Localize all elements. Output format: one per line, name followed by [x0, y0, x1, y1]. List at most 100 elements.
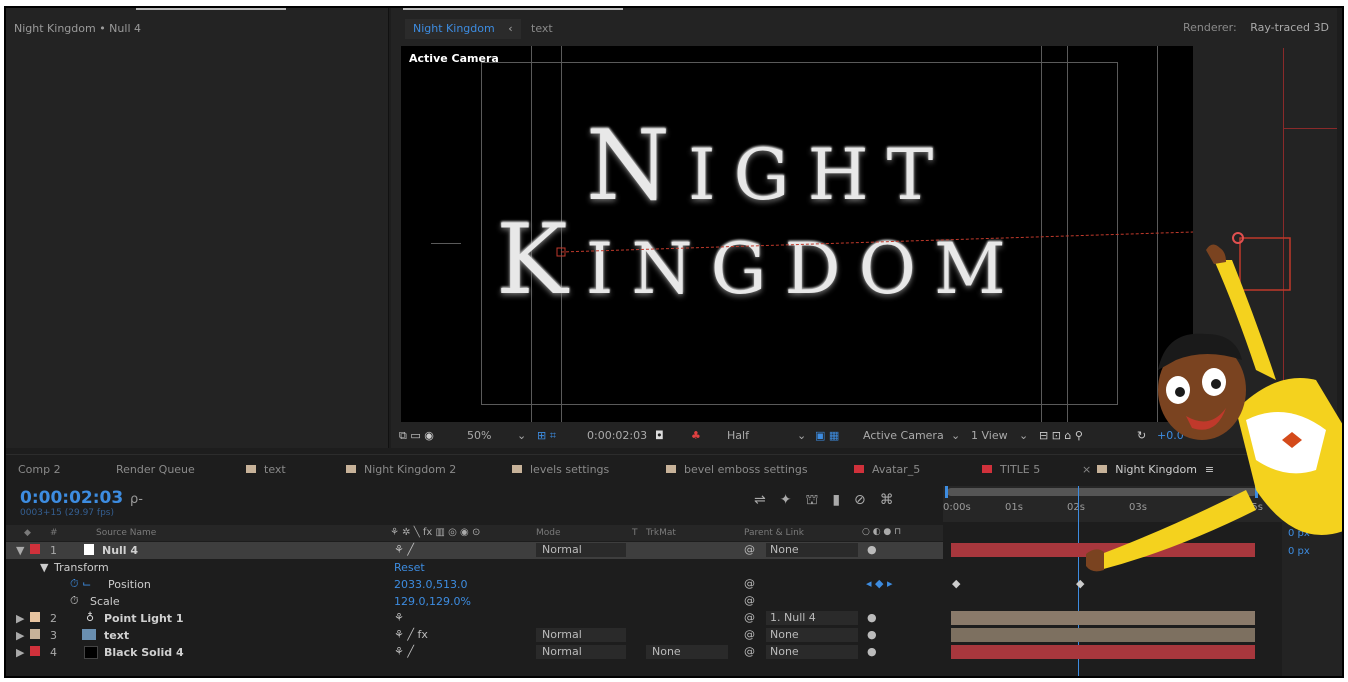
expand-arrow-icon[interactable]: ▶ [16, 629, 24, 642]
pickwhip-icon[interactable]: @ [744, 543, 755, 556]
layer-row[interactable]: ▶ 4 Black Solid 4 ⚘ ╱ Normal None @ None… [6, 644, 1255, 661]
solid-icon [84, 646, 98, 659]
pickwhip-icon[interactable]: @ [744, 611, 755, 624]
tab-title-5[interactable]: TITLE 5 [982, 463, 1040, 476]
header-parent: Parent & Link [744, 528, 804, 538]
track-matte-select[interactable]: None [646, 645, 728, 659]
region-icon[interactable]: ▣ ▦ [815, 429, 839, 442]
stopwatch-icon[interactable]: ⏱ [70, 594, 79, 608]
color-channels-icon[interactable]: ♣ [691, 429, 701, 442]
search-input[interactable]: ρ- [130, 492, 143, 507]
position-label: Position [108, 578, 151, 591]
transform-label: Transform [54, 561, 109, 574]
expand-arrow-icon[interactable]: ▶ [16, 612, 24, 625]
chevron-down-icon[interactable]: ⌄ [517, 429, 526, 442]
layer-number: 4 [50, 646, 57, 659]
layer-name[interactable]: Null 4 [102, 544, 138, 557]
layer-switches[interactable]: ⚘ [394, 611, 404, 624]
scale-property[interactable]: ⏱ Scale 129.0,129.0% @ [6, 593, 943, 610]
visibility-icon[interactable]: ● [867, 645, 877, 658]
parent-select[interactable]: None [766, 543, 858, 557]
tab-bevel-emboss-settings[interactable]: bevel emboss settings [666, 463, 808, 476]
label-color[interactable] [30, 629, 40, 639]
layer-switches[interactable]: ⚘ ╱ fx [394, 628, 428, 641]
viewer-timecode[interactable]: 0:00:02:03 [587, 429, 647, 442]
stopwatch-icon[interactable]: ⏱ ⌙ [70, 577, 91, 591]
comp-icon [82, 629, 96, 640]
tab-text[interactable]: text [246, 463, 286, 476]
layer-duration-bar[interactable] [951, 611, 1255, 625]
tab-text-viewer[interactable]: text [531, 19, 553, 39]
visibility-icon[interactable]: ● [867, 543, 877, 556]
header-t: T [632, 528, 638, 538]
layer-row[interactable]: ▶ 3 text ⚘ ╱ fx Normal @ None ● [6, 627, 1255, 644]
layer-row[interactable]: ▼ 1 Null 4 ⚘ ╱ Normal @ None ● [6, 542, 1255, 559]
visibility-icon[interactable]: ● [867, 628, 877, 641]
switches-header-icons: ⚘ ✲ ╲ fx ▥ ◎ ◉ ⊙ [390, 527, 481, 538]
keyframe-navigator[interactable]: ◂ ◆ ▸ [866, 577, 893, 590]
composition-canvas[interactable]: Active Camera NIGHT KINGDOM [401, 46, 1193, 422]
tab-levels-settings[interactable]: levels settings [512, 463, 609, 476]
tab-comp-2[interactable]: Comp 2 [18, 463, 61, 476]
parent-select[interactable]: None [766, 645, 858, 659]
layer-switches[interactable]: ⚘ ╱ [394, 543, 414, 556]
transform-group[interactable]: ▼ Transform Reset [6, 559, 943, 576]
layer-name[interactable]: Point Light 1 [104, 612, 184, 625]
parent-select[interactable]: 1. Null 4 [766, 611, 858, 625]
chevron-down-icon[interactable]: ⌄ [1019, 429, 1028, 442]
viewer-tools-icon[interactable]: ⊟ ⊡ ⌂ ⚲ [1039, 429, 1083, 442]
label-color[interactable] [30, 646, 40, 656]
tab-avatar-5[interactable]: Avatar_5 [854, 463, 920, 476]
header-num: # [50, 528, 58, 538]
snapshot-icon[interactable]: ⧉ ▭ ◉ [399, 429, 434, 443]
viewer-tab-label: Night Kingdom [413, 22, 495, 35]
pickwhip-icon[interactable]: @ [744, 645, 755, 658]
renderer-control[interactable]: Renderer: Ray-traced 3D [1183, 21, 1329, 34]
blend-mode-select[interactable]: Normal [536, 645, 626, 659]
layer-name[interactable]: Black Solid 4 [104, 646, 184, 659]
visibility-icon[interactable]: ● [867, 611, 877, 624]
layer-number: 3 [50, 629, 57, 642]
layer-switches[interactable]: ⚘ ╱ [394, 645, 414, 658]
expand-arrow-icon[interactable]: ▼ [16, 544, 24, 557]
scale-value[interactable]: 129.0,129.0% [394, 595, 471, 608]
expand-arrow-icon[interactable]: ▶ [16, 646, 24, 659]
chevron-down-icon[interactable]: ⌄ [951, 429, 960, 442]
reset-link[interactable]: Reset [394, 561, 425, 574]
layer-row[interactable]: ▶ 2 ♁ Point Light 1 ⚘ @ 1. Null 4 ● [6, 610, 1255, 627]
layer-duration-bar[interactable] [951, 645, 1255, 659]
panel-scroll-indicator [136, 8, 286, 10]
zoom-select[interactable]: 50% [467, 429, 491, 442]
keyframe-icon: ◆ [952, 577, 961, 590]
chevron-down-icon[interactable]: ⌄ [797, 429, 806, 442]
chevron-left-icon[interactable]: ‹ [508, 22, 512, 35]
pickwhip-icon[interactable]: @ [744, 628, 755, 641]
renderer-value[interactable]: Ray-traced 3D [1250, 21, 1329, 34]
blend-mode-select[interactable]: Normal [536, 543, 626, 557]
view-layout-select[interactable]: 1 View [971, 429, 1008, 442]
position-property[interactable]: ⏱ ⌙ Position 2033.0,513.0 @ ◂ ◆ ▸ ◆ ◆ [6, 576, 1084, 593]
label-icon: ◆ [24, 528, 31, 538]
parent-select[interactable]: None [766, 628, 858, 642]
resolution-select[interactable]: Half [727, 429, 749, 442]
tab-night-kingdom-viewer[interactable]: Night Kingdom ‹ [405, 19, 521, 39]
layer-name[interactable]: text [104, 629, 129, 642]
label-color[interactable] [30, 612, 40, 622]
ruler-label: 0:00s [943, 502, 971, 513]
position-value[interactable]: 2033.0,513.0 [394, 578, 467, 591]
motion-path [556, 231, 1193, 257]
tab-render-queue[interactable]: Render Queue [116, 463, 195, 476]
blend-mode-select[interactable]: Normal [536, 628, 626, 642]
work-area-start-handle[interactable] [945, 486, 948, 498]
camera-icon[interactable]: ◘ [655, 429, 664, 442]
tab-night-kingdom-2[interactable]: Night Kingdom 2 [346, 463, 456, 476]
layer-duration-bar[interactable] [951, 628, 1255, 642]
layer-number: 2 [50, 612, 57, 625]
grid-icon[interactable]: ⊞ ⌗ [537, 429, 556, 443]
panel-title: Night Kingdom • Null 4 [14, 22, 141, 35]
label-color[interactable] [30, 544, 40, 554]
timeline-timecode[interactable]: 0:00:02:03 [20, 488, 123, 508]
light-icon: ♁ [86, 611, 95, 624]
camera-select[interactable]: Active Camera [863, 429, 944, 442]
timeline-switch-icons[interactable]: ⇌✦⛫▮⊘⌘ [754, 492, 908, 510]
